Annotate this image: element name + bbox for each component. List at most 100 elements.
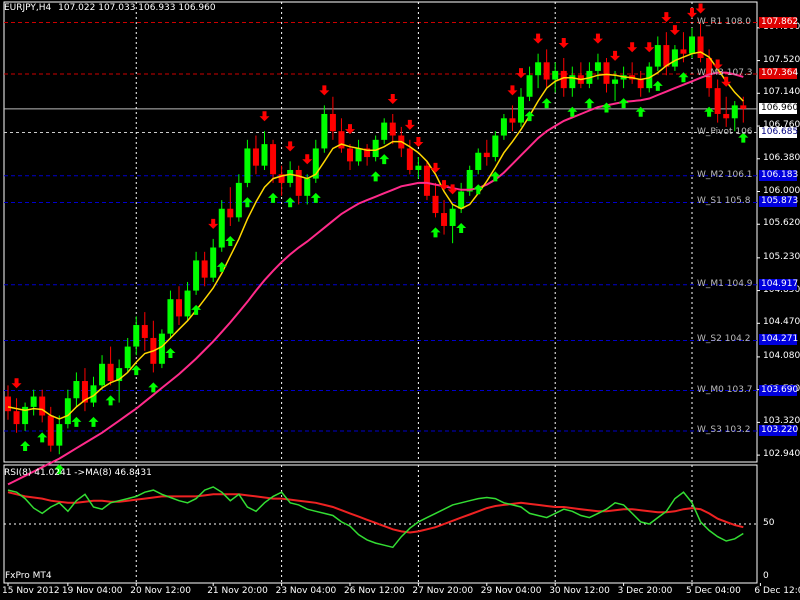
price-label-9: 103.220 — [759, 424, 799, 436]
candle-body — [295, 169, 302, 196]
candle-body — [714, 88, 721, 114]
candle-body — [518, 96, 524, 123]
symbol-timeframe: EURJPY,H4 — [4, 3, 52, 13]
x-tick-label: 20 Nov 12:00 — [130, 586, 191, 596]
sell-arrow — [661, 12, 672, 23]
buy-arrow — [584, 98, 595, 109]
candle-body — [637, 79, 644, 89]
candle-body — [552, 70, 559, 80]
sell-arrow — [285, 141, 296, 152]
candle-body — [13, 411, 20, 425]
candle-body — [347, 148, 353, 162]
candle-body — [252, 148, 259, 166]
buy-arrow — [379, 154, 390, 165]
sell-arrow — [208, 218, 219, 229]
y-tick-label: 102.940 — [763, 449, 800, 460]
candle-body — [612, 79, 619, 84]
candle-body — [133, 325, 140, 347]
buy-arrow — [430, 227, 441, 238]
candle-body — [355, 148, 362, 162]
pivot-label-7: W_M0 103.7 — [697, 384, 753, 395]
candle-body — [56, 424, 63, 446]
candle-body — [492, 135, 499, 158]
price-chart[interactable] — [0, 0, 800, 600]
ohlc-values: 107.022 107.033 106.933 106.960 — [58, 3, 216, 13]
sell-arrow — [11, 378, 22, 389]
candle-body — [680, 49, 687, 54]
x-tick-label: 5 Dec 04:00 — [686, 586, 741, 596]
x-tick-label: 21 Nov 20:00 — [207, 586, 268, 596]
candle-body — [406, 148, 413, 170]
buy-arrow — [225, 235, 236, 246]
candle-body — [535, 62, 542, 76]
x-tick-label: 6 Dec 12:00 — [754, 586, 800, 596]
sell-arrow — [695, 3, 706, 14]
pivot-label-8: W_S3 103.2 — [697, 424, 751, 435]
price-pane-frame — [3, 1, 758, 463]
sell-arrow — [687, 7, 697, 18]
sell-arrow — [558, 37, 569, 48]
candle-body — [184, 290, 191, 317]
ma-fast-line — [7, 51, 744, 420]
sell-arrow — [447, 184, 458, 195]
candle-body — [466, 169, 473, 192]
pivot-label-6: W_S2 104.2 — [697, 334, 751, 345]
candle-body — [107, 363, 114, 382]
candle-body — [415, 165, 422, 170]
pivot-label-0: W_R1 108.0 — [697, 16, 752, 27]
buy-arrow — [105, 395, 116, 406]
sell-arrow — [533, 33, 544, 44]
candle-body — [261, 144, 268, 166]
candle-body — [227, 208, 234, 218]
sell-arrow — [507, 85, 518, 96]
candle-body — [64, 398, 71, 425]
symbol-ohlc-header: EURJPY,H4 107.022 107.033 106.933 106.96… — [4, 3, 216, 13]
y-tick-label: 107.140 — [763, 87, 800, 98]
price-label-4: 106.183 — [759, 169, 799, 181]
pivot-label-4: W_S1 105.8 — [697, 196, 751, 207]
price-label-0: 107.862 — [759, 16, 799, 28]
candle-body — [329, 113, 336, 132]
buy-arrow — [618, 98, 629, 109]
candle-body — [218, 208, 225, 248]
y-tick-label: 104.080 — [763, 350, 800, 361]
candle-body — [141, 325, 148, 338]
sell-arrow — [404, 119, 415, 130]
broker-label: FxPro MT4 — [5, 571, 52, 581]
candle-body — [5, 396, 11, 412]
sell-arrow — [387, 93, 398, 104]
buy-arrow — [370, 171, 381, 182]
rsi-y-tick-label: 50 — [763, 518, 775, 528]
candle-body — [193, 260, 200, 291]
buy-arrow — [285, 197, 296, 208]
candle-body — [731, 105, 738, 119]
candle-body — [560, 70, 567, 89]
buy-arrow — [310, 192, 321, 203]
candle-body — [47, 415, 54, 446]
candle-body — [723, 113, 730, 119]
x-tick-label: 29 Nov 04:00 — [480, 586, 542, 596]
candle-body — [423, 165, 430, 196]
buy-arrow — [635, 106, 646, 117]
buy-arrow — [37, 432, 48, 443]
buy-arrow — [71, 416, 82, 427]
candle-body — [483, 152, 490, 158]
buy-arrow — [20, 440, 31, 451]
candle-body — [509, 118, 516, 123]
price-label-2: 106.960 — [759, 102, 799, 114]
sell-arrow — [439, 180, 450, 191]
sell-arrow — [430, 162, 441, 173]
candle-body — [654, 45, 661, 67]
candle-body — [603, 62, 610, 84]
candle-body — [99, 363, 106, 386]
buy-arrow — [524, 111, 535, 122]
y-tick-label: 106.380 — [763, 152, 800, 163]
sell-arrow — [302, 154, 313, 165]
candle-body — [287, 169, 294, 183]
rsi-header: RSI(8) 41.0241 ->MA(8) 46.8431 — [4, 468, 152, 478]
y-tick-label: 105.230 — [763, 251, 800, 262]
candle-body — [73, 381, 80, 399]
candle-body — [432, 195, 439, 214]
mt4-chart-window[interactable]: EURJPY,H4 107.022 107.033 106.933 106.96… — [0, 0, 800, 600]
candle-body — [543, 62, 550, 80]
